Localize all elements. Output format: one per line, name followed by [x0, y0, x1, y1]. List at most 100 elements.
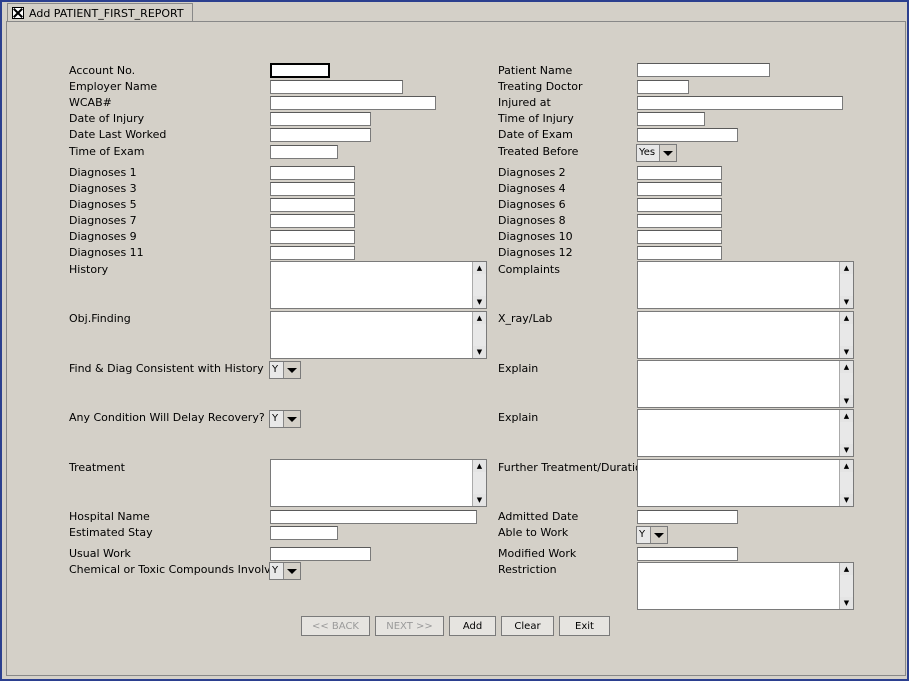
scroll-up-icon[interactable]: ▲: [840, 563, 853, 575]
complaints-scrollbar[interactable]: ▲ ▼: [839, 262, 853, 308]
diagnoses-8-field[interactable]: [637, 214, 722, 228]
scroll-down-icon[interactable]: ▼: [840, 494, 853, 506]
estimated-stay-field[interactable]: [270, 526, 338, 540]
diagnoses-4-field[interactable]: [637, 182, 722, 196]
delay-recovery-select[interactable]: Y: [269, 410, 301, 428]
diagnoses-5-field[interactable]: [270, 198, 355, 212]
scroll-down-icon[interactable]: ▼: [473, 494, 486, 506]
explain-1-textarea[interactable]: ▲ ▼: [637, 360, 854, 408]
treatment-scrollbar[interactable]: ▲ ▼: [472, 460, 486, 506]
able-to-work-select[interactable]: Y: [636, 526, 668, 544]
restriction-textarea[interactable]: ▲ ▼: [637, 562, 854, 610]
scroll-up-icon[interactable]: ▲: [473, 460, 486, 472]
diagnoses-3-field[interactable]: [270, 182, 355, 196]
exit-button[interactable]: Exit: [559, 616, 610, 636]
chevron-down-icon[interactable]: [283, 563, 300, 579]
diagnoses-12-field[interactable]: [637, 246, 722, 260]
treated-before-select[interactable]: Yes: [636, 144, 677, 162]
date-of-exam-field[interactable]: [637, 128, 738, 142]
scroll-up-icon[interactable]: ▲: [840, 460, 853, 472]
obj-finding-input[interactable]: [271, 312, 473, 358]
chevron-down-icon[interactable]: [283, 411, 300, 427]
scroll-down-icon[interactable]: ▼: [840, 296, 853, 308]
able-to-work-value: Y: [637, 527, 650, 543]
scroll-down-icon[interactable]: ▼: [840, 444, 853, 456]
diagnoses-11-field[interactable]: [270, 246, 355, 260]
history-textarea[interactable]: ▲ ▼: [270, 261, 487, 309]
scroll-down-icon[interactable]: ▼: [840, 395, 853, 407]
diagnoses-1-field[interactable]: [270, 166, 355, 180]
history-input[interactable]: [271, 262, 473, 308]
restriction-scrollbar[interactable]: ▲ ▼: [839, 563, 853, 609]
scroll-down-icon[interactable]: ▼: [473, 346, 486, 358]
scroll-down-icon[interactable]: ▼: [840, 346, 853, 358]
diagnoses-9-field[interactable]: [270, 230, 355, 244]
close-icon[interactable]: [12, 7, 24, 19]
explain-2-textarea[interactable]: ▲ ▼: [637, 409, 854, 457]
add-button[interactable]: Add: [449, 616, 496, 636]
further-treatment-input[interactable]: [638, 460, 840, 506]
scroll-up-icon[interactable]: ▲: [473, 262, 486, 274]
label-diagnoses-7: Diagnoses 7: [69, 214, 137, 227]
label-complaints: Complaints: [498, 263, 560, 276]
xray-lab-scrollbar[interactable]: ▲ ▼: [839, 312, 853, 358]
date-last-worked-field[interactable]: [270, 128, 371, 142]
complaints-textarea[interactable]: ▲ ▼: [637, 261, 854, 309]
usual-work-field[interactable]: [270, 547, 371, 561]
chevron-down-icon[interactable]: [650, 527, 667, 543]
window-title: Add PATIENT_FIRST_REPORT: [29, 6, 184, 20]
scroll-up-icon[interactable]: ▲: [840, 410, 853, 422]
label-diagnoses-3: Diagnoses 3: [69, 182, 137, 195]
hospital-name-field[interactable]: [270, 510, 477, 524]
treating-doctor-field[interactable]: [637, 80, 689, 94]
scroll-up-icon[interactable]: ▲: [840, 361, 853, 373]
scroll-up-icon[interactable]: ▲: [840, 262, 853, 274]
scroll-down-icon[interactable]: ▼: [840, 597, 853, 609]
time-of-exam-field[interactable]: [270, 145, 338, 159]
date-of-injury-field[interactable]: [270, 112, 371, 126]
further-treatment-textarea[interactable]: ▲ ▼: [637, 459, 854, 507]
treatment-input[interactable]: [271, 460, 473, 506]
admitted-date-field[interactable]: [637, 510, 738, 524]
label-diagnoses-6: Diagnoses 6: [498, 198, 566, 211]
scroll-up-icon[interactable]: ▲: [473, 312, 486, 324]
treatment-textarea[interactable]: ▲ ▼: [270, 459, 487, 507]
history-scrollbar[interactable]: ▲ ▼: [472, 262, 486, 308]
explain-2-scrollbar[interactable]: ▲ ▼: [839, 410, 853, 456]
chemical-toxic-select[interactable]: Y: [269, 562, 301, 580]
time-of-injury-field[interactable]: [637, 112, 705, 126]
patient-name-field[interactable]: [637, 63, 770, 77]
diagnoses-10-field[interactable]: [637, 230, 722, 244]
xray-lab-textarea[interactable]: ▲ ▼: [637, 311, 854, 359]
scroll-up-icon[interactable]: ▲: [840, 312, 853, 324]
tab-add-patient-first-report[interactable]: Add PATIENT_FIRST_REPORT: [7, 3, 193, 22]
explain-1-input[interactable]: [638, 361, 840, 407]
delay-recovery-value: Y: [270, 411, 283, 427]
further-treatment-scrollbar[interactable]: ▲ ▼: [839, 460, 853, 506]
label-estimated-stay: Estimated Stay: [69, 526, 153, 539]
label-wcab: WCAB#: [69, 96, 112, 109]
label-admitted-date: Admitted Date: [498, 510, 579, 523]
next-button[interactable]: NEXT >>: [375, 616, 444, 636]
wcab-field[interactable]: [270, 96, 436, 110]
scroll-down-icon[interactable]: ▼: [473, 296, 486, 308]
restriction-input[interactable]: [638, 563, 840, 609]
complaints-input[interactable]: [638, 262, 840, 308]
diagnoses-7-field[interactable]: [270, 214, 355, 228]
xray-lab-input[interactable]: [638, 312, 840, 358]
account-no-field[interactable]: [270, 63, 330, 78]
chevron-down-icon[interactable]: [659, 145, 676, 161]
clear-button[interactable]: Clear: [501, 616, 554, 636]
obj-finding-scrollbar[interactable]: ▲ ▼: [472, 312, 486, 358]
back-button[interactable]: << BACK: [301, 616, 370, 636]
injured-at-field[interactable]: [637, 96, 843, 110]
chevron-down-icon[interactable]: [283, 362, 300, 378]
explain-1-scrollbar[interactable]: ▲ ▼: [839, 361, 853, 407]
modified-work-field[interactable]: [637, 547, 738, 561]
diagnoses-2-field[interactable]: [637, 166, 722, 180]
employer-name-field[interactable]: [270, 80, 403, 94]
diagnoses-6-field[interactable]: [637, 198, 722, 212]
explain-2-input[interactable]: [638, 410, 840, 456]
find-diag-consistent-select[interactable]: Y: [269, 361, 301, 379]
obj-finding-textarea[interactable]: ▲ ▼: [270, 311, 487, 359]
